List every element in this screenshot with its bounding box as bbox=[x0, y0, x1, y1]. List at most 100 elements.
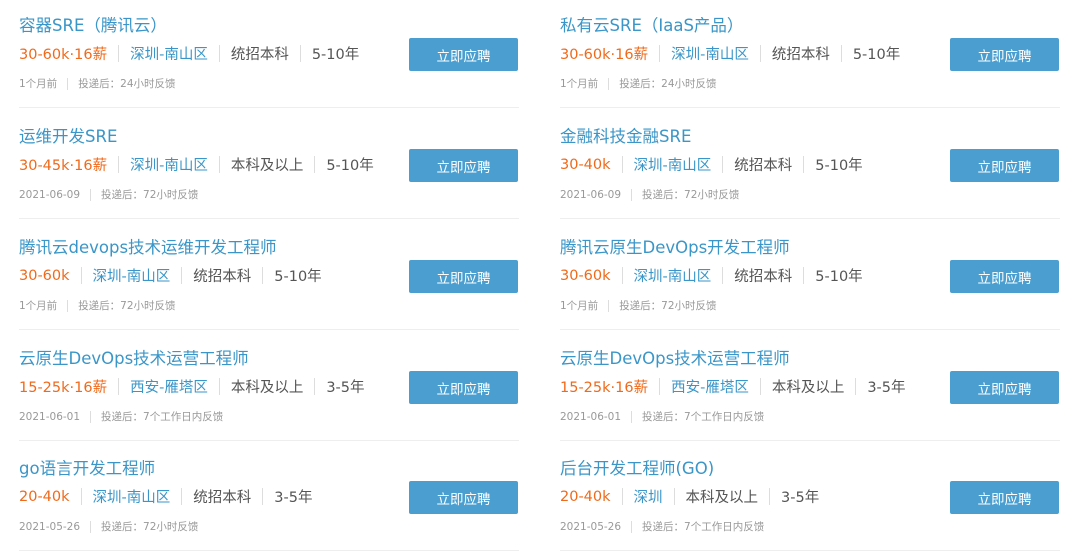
job-sub: 2021-06-01 投递后：7个工作日内反馈 bbox=[19, 409, 223, 424]
job-sub: 2021-06-09 投递后：72小时反馈 bbox=[19, 187, 198, 202]
apply-button[interactable]: 立即应聘 bbox=[950, 481, 1059, 514]
divider bbox=[803, 156, 805, 173]
posted-time: 2021-06-01 bbox=[560, 410, 622, 423]
job-meta: 30-40k 深圳-南山区 统招本科 5-10年 bbox=[560, 154, 863, 175]
job-card[interactable]: 云原生DevOps技术运营工程师 15-25k·16薪 西安-雁塔区 本科及以上… bbox=[560, 333, 1060, 441]
divider bbox=[181, 267, 183, 284]
location: 深圳-南山区 bbox=[130, 47, 208, 63]
divider bbox=[118, 378, 120, 395]
job-card[interactable]: 金融科技金融SRE 30-40k 深圳-南山区 统招本科 5-10年 2021-… bbox=[560, 111, 1060, 219]
apply-button[interactable]: 立即应聘 bbox=[409, 371, 518, 404]
job-sub: 1个月前 投递后：72小时反馈 bbox=[19, 298, 176, 313]
salary: 15-25k·16薪 bbox=[560, 380, 649, 396]
divider bbox=[621, 156, 623, 173]
experience: 5-10年 bbox=[311, 47, 360, 63]
divider bbox=[314, 378, 316, 395]
divider bbox=[608, 299, 610, 312]
job-card[interactable]: go语言开发工程师 20-40k 深圳-南山区 统招本科 3-5年 2021-0… bbox=[19, 443, 519, 551]
divider bbox=[118, 156, 120, 173]
location: 深圳-南山区 bbox=[130, 158, 208, 174]
apply-button[interactable]: 立即应聘 bbox=[950, 38, 1059, 71]
location: 深圳-南山区 bbox=[671, 47, 749, 63]
divider bbox=[855, 378, 857, 395]
job-card[interactable]: 云原生DevOps技术运营工程师 15-25k·16薪 西安-雁塔区 本科及以上… bbox=[19, 333, 519, 441]
divider bbox=[840, 45, 842, 62]
divider bbox=[621, 488, 623, 505]
divider bbox=[90, 410, 92, 423]
job-title[interactable]: 容器SRE（腾讯云） bbox=[19, 12, 167, 36]
job-card[interactable]: 腾讯云原生DevOps开发工程师 30-60k 深圳-南山区 统招本科 5-10… bbox=[560, 222, 1060, 330]
divider bbox=[769, 488, 771, 505]
job-meta: 30-60k·16薪 深圳-南山区 统招本科 5-10年 bbox=[560, 43, 900, 64]
location: 深圳-南山区 bbox=[92, 269, 171, 285]
job-title[interactable]: 腾讯云devops技术运维开发工程师 bbox=[19, 234, 277, 258]
salary: 30-60k·16薪 bbox=[560, 47, 649, 63]
divider bbox=[181, 488, 183, 505]
job-title[interactable]: 后台开发工程师(GO) bbox=[560, 455, 714, 479]
divider bbox=[67, 77, 69, 90]
job-card[interactable]: 私有云SRE（IaaS产品） 30-60k·16薪 深圳-南山区 统招本科 5-… bbox=[560, 0, 1060, 108]
experience: 5-10年 bbox=[852, 47, 901, 63]
salary: 30-40k bbox=[560, 156, 611, 173]
job-meta: 30-60k 深圳-南山区 统招本科 5-10年 bbox=[560, 265, 863, 286]
divider bbox=[759, 45, 761, 62]
feedback-time: 投递后：24小时反馈 bbox=[619, 78, 717, 90]
education: 统招本科 bbox=[193, 490, 252, 506]
job-title[interactable]: 云原生DevOps技术运营工程师 bbox=[19, 345, 249, 369]
divider bbox=[673, 488, 675, 505]
salary: 30-60k bbox=[560, 267, 611, 284]
job-card[interactable]: 腾讯云devops技术运维开发工程师 30-60k 深圳-南山区 统招本科 5-… bbox=[19, 222, 519, 330]
job-sub: 2021-05-26 投递后：72小时反馈 bbox=[19, 519, 198, 534]
divider bbox=[631, 410, 633, 423]
job-sub: 1个月前 投递后：24小时反馈 bbox=[19, 76, 176, 91]
divider bbox=[722, 156, 724, 173]
posted-time: 2021-05-26 bbox=[19, 520, 81, 533]
experience: 5-10年 bbox=[815, 158, 863, 174]
job-sub: 1个月前 投递后：24小时反馈 bbox=[560, 76, 717, 91]
job-meta: 15-25k·16薪 西安-雁塔区 本科及以上 3-5年 bbox=[560, 376, 906, 397]
job-meta: 30-60k·16薪 深圳-南山区 统招本科 5-10年 bbox=[19, 43, 359, 64]
job-title[interactable]: 私有云SRE（IaaS产品） bbox=[560, 12, 743, 36]
divider bbox=[118, 45, 120, 62]
divider bbox=[90, 520, 92, 533]
education: 本科及以上 bbox=[230, 158, 304, 174]
experience: 3-5年 bbox=[274, 490, 313, 506]
apply-button[interactable]: 立即应聘 bbox=[409, 260, 518, 293]
divider bbox=[314, 156, 316, 173]
divider bbox=[218, 156, 220, 173]
job-card[interactable]: 后台开发工程师(GO) 20-40k 深圳 本科及以上 3-5年 2021-05… bbox=[560, 443, 1060, 551]
salary: 30-60k bbox=[19, 267, 70, 284]
location: 深圳-南山区 bbox=[633, 269, 712, 285]
apply-button[interactable]: 立即应聘 bbox=[950, 149, 1059, 182]
divider bbox=[67, 299, 69, 312]
feedback-time: 投递后：72小时反馈 bbox=[101, 521, 199, 533]
job-title[interactable]: 运维开发SRE bbox=[19, 123, 117, 147]
salary: 30-60k·16薪 bbox=[19, 47, 108, 63]
apply-button[interactable]: 立即应聘 bbox=[950, 260, 1059, 293]
job-meta: 15-25k·16薪 西安-雁塔区 本科及以上 3-5年 bbox=[19, 376, 365, 397]
job-title[interactable]: 云原生DevOps技术运营工程师 bbox=[560, 345, 790, 369]
divider bbox=[218, 378, 220, 395]
divider bbox=[262, 488, 264, 505]
job-title[interactable]: 腾讯云原生DevOps开发工程师 bbox=[560, 234, 790, 258]
job-title[interactable]: 金融科技金融SRE bbox=[560, 123, 691, 147]
apply-button[interactable]: 立即应聘 bbox=[409, 149, 518, 182]
feedback-time: 投递后：7个工作日内反馈 bbox=[642, 521, 765, 533]
job-meta: 30-60k 深圳-南山区 统招本科 5-10年 bbox=[19, 265, 322, 286]
education: 统招本科 bbox=[734, 269, 793, 285]
job-card[interactable]: 容器SRE（腾讯云） 30-60k·16薪 深圳-南山区 统招本科 5-10年 … bbox=[19, 0, 519, 108]
experience: 3-5年 bbox=[867, 380, 906, 396]
job-title[interactable]: go语言开发工程师 bbox=[19, 455, 155, 479]
apply-button[interactable]: 立即应聘 bbox=[409, 481, 518, 514]
salary: 20-40k bbox=[19, 488, 70, 505]
salary: 20-40k bbox=[560, 488, 611, 505]
apply-button[interactable]: 立即应聘 bbox=[409, 38, 518, 71]
divider bbox=[90, 188, 92, 201]
posted-time: 1个月前 bbox=[19, 78, 58, 90]
education: 统招本科 bbox=[771, 47, 830, 63]
experience: 5-10年 bbox=[815, 269, 863, 285]
location: 深圳 bbox=[633, 490, 663, 506]
apply-button[interactable]: 立即应聘 bbox=[950, 371, 1059, 404]
feedback-time: 投递后：7个工作日内反馈 bbox=[101, 411, 224, 423]
job-card[interactable]: 运维开发SRE 30-45k·16薪 深圳-南山区 本科及以上 5-10年 20… bbox=[19, 111, 519, 219]
